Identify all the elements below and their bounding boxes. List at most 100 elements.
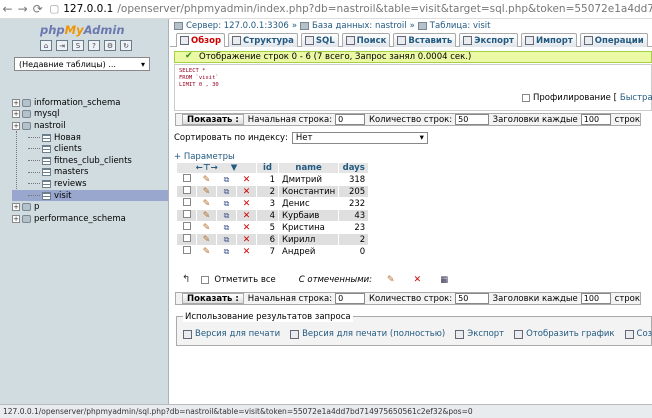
tree-item-p[interactable]: + p (12, 201, 168, 213)
expand-icon[interactable]: + (12, 203, 20, 212)
expand-icon[interactable]: + (12, 98, 20, 107)
edit-icon[interactable]: ✎ (203, 175, 211, 185)
cell-days[interactable]: 205 (338, 185, 370, 198)
edit-icon[interactable]: ✎ (203, 211, 211, 221)
logout-icon[interactable]: ⇥ (56, 40, 68, 51)
edit-icon[interactable]: ✎ (203, 199, 211, 209)
cell-id[interactable]: 5 (256, 221, 279, 234)
cell-name[interactable]: Кристина (277, 221, 340, 234)
tab-7[interactable]: Операции (579, 33, 648, 47)
start-row-input-bottom[interactable]: 0 (335, 293, 365, 304)
quick-edit-link[interactable]: Быстрая (620, 93, 652, 103)
operation-2[interactable]: Экспорт (455, 329, 504, 339)
bulk-delete-icon[interactable]: ✕ (414, 275, 422, 285)
reload-icon[interactable]: ⟳ (30, 1, 45, 17)
breadcrumb-table[interactable]: Таблица: visit (430, 21, 491, 31)
url-field[interactable]: ▢ 127.0.0.1/openserver/phpmyadmin/index.… (49, 3, 652, 15)
docs-icon[interactable]: ? (88, 40, 100, 51)
edit-icon[interactable]: ✎ (203, 223, 211, 233)
headers-every-input[interactable]: 100 (580, 114, 611, 125)
edit-icon[interactable]: ✎ (203, 187, 211, 197)
delete-icon[interactable]: ✕ (243, 175, 251, 185)
edit-icon[interactable]: ✎ (203, 247, 211, 257)
tree-item-nastroil[interactable]: + nastroil (12, 120, 168, 132)
row-count-input-bottom[interactable]: 50 (455, 293, 489, 304)
cell-id[interactable]: 6 (256, 233, 279, 246)
copy-icon[interactable]: ⧉ (224, 187, 230, 196)
cell-name[interactable]: Кирилл (277, 233, 340, 246)
tab-1[interactable]: Структура (228, 33, 298, 47)
cell-id[interactable]: 2 (256, 185, 279, 198)
delete-icon[interactable]: ✕ (243, 223, 251, 233)
delete-icon[interactable]: ✕ (243, 187, 251, 197)
back-icon[interactable]: ← (0, 1, 15, 17)
row-checkbox[interactable] (182, 222, 191, 230)
reload-nav-icon[interactable]: ↻ (120, 40, 132, 51)
expand-icon[interactable]: + (12, 214, 20, 223)
cell-id[interactable]: 1 (256, 173, 279, 186)
cell-id[interactable]: 4 (256, 209, 279, 222)
delete-icon[interactable]: ✕ (243, 211, 251, 221)
tab-0[interactable]: Обзор (176, 33, 226, 47)
copy-icon[interactable]: ⧉ (224, 235, 230, 244)
show-button[interactable]: Показать : (182, 114, 244, 125)
column-header-days[interactable]: days (338, 162, 370, 174)
tree-item-[interactable]: Новая (12, 132, 168, 144)
cell-days[interactable]: 2 (338, 233, 370, 246)
cell-name[interactable]: Константин (277, 185, 340, 198)
breadcrumb-database[interactable]: База данных: nastroil (312, 21, 407, 31)
check-all-checkbox[interactable] (201, 275, 210, 284)
check-all-label[interactable]: Отметить все (214, 275, 275, 285)
show-button-bottom[interactable]: Показать : (182, 293, 244, 304)
operation-4[interactable]: Созда (624, 329, 652, 339)
tab-4[interactable]: Вставить (393, 33, 457, 47)
copy-icon[interactable]: ⧉ (224, 175, 230, 184)
row-checkbox[interactable] (182, 174, 191, 182)
column-header-id[interactable]: id (256, 162, 279, 174)
headers-every-input-bottom[interactable]: 100 (580, 293, 611, 304)
cell-id[interactable]: 3 (256, 197, 279, 210)
row-count-input[interactable]: 50 (455, 114, 489, 125)
expand-icon[interactable]: + (12, 110, 20, 119)
copy-icon[interactable]: ⧉ (224, 211, 230, 220)
sort-index-select[interactable]: Нет ▾ (291, 132, 428, 144)
tree-item-information_schema[interactable]: + information_schema (12, 97, 168, 109)
tree-item-fitnes_club_clients[interactable]: fitnes_club_clients (12, 155, 168, 167)
cell-days[interactable]: 318 (338, 173, 370, 186)
bulk-edit-icon[interactable]: ✎ (387, 275, 395, 285)
operation-3[interactable]: Отобразить график (514, 329, 615, 339)
start-row-input[interactable]: 0 (335, 114, 365, 125)
row-checkbox[interactable] (182, 246, 191, 254)
row-checkbox[interactable] (182, 210, 191, 218)
tree-item-visit[interactable]: visit (12, 189, 168, 202)
column-header-name[interactable]: name (277, 162, 340, 174)
home-icon[interactable]: ⌂ (40, 40, 52, 51)
expand-icon[interactable]: + (12, 121, 20, 130)
row-checkbox[interactable] (182, 234, 191, 242)
copy-icon[interactable]: ⧉ (224, 199, 230, 208)
delete-icon[interactable]: ✕ (243, 247, 251, 257)
column-arrows-icon[interactable]: ←⊤→ (196, 163, 218, 173)
sql-icon[interactable]: S (72, 40, 84, 51)
copy-icon[interactable]: ⧉ (224, 223, 230, 232)
cell-name[interactable]: Андрей (277, 245, 340, 258)
tree-item-clients[interactable]: clients (12, 143, 168, 155)
delete-icon[interactable]: ✕ (243, 199, 251, 209)
tab-3[interactable]: Поиск (341, 33, 391, 47)
sort-down-icon[interactable]: ▼ (231, 163, 238, 173)
cell-id[interactable]: 7 (256, 245, 279, 258)
cell-name[interactable]: Курбаив (277, 209, 340, 222)
cell-days[interactable]: 0 (338, 245, 370, 258)
cell-name[interactable]: Денис (277, 197, 340, 210)
row-checkbox[interactable] (182, 186, 191, 194)
tree-item-masters[interactable]: masters (12, 167, 168, 179)
cell-days[interactable]: 232 (338, 197, 370, 210)
cell-name[interactable]: Дмитрий (277, 173, 340, 186)
tab-2[interactable]: SQL (300, 33, 339, 47)
tree-item-performance_schema[interactable]: + performance_schema (12, 213, 168, 225)
settings-icon[interactable]: ⚙ (104, 40, 116, 51)
profiling-checkbox[interactable] (522, 94, 530, 102)
delete-icon[interactable]: ✕ (243, 235, 251, 245)
recent-tables-select[interactable]: (Недавние таблицы) ... ▾ (14, 57, 150, 71)
row-checkbox[interactable] (182, 198, 191, 206)
